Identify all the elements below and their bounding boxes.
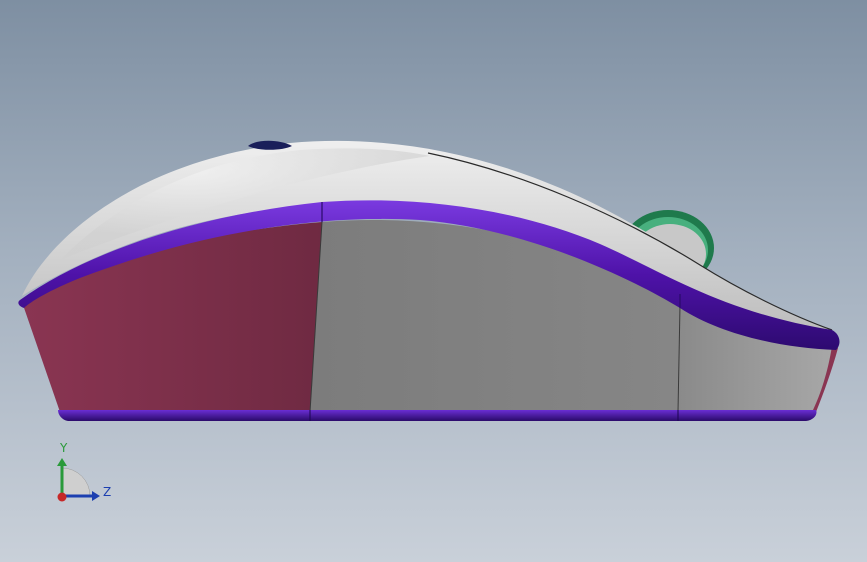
mouse-model[interactable]	[0, 0, 867, 562]
axis-z-label: Z	[103, 485, 112, 499]
triad-graphic	[57, 458, 100, 502]
orientation-triad: Y Z	[40, 438, 130, 518]
x-axis-dot	[57, 492, 67, 502]
graphics-viewport[interactable]: Y Z	[0, 0, 867, 562]
axis-y-label: Y	[60, 441, 68, 455]
base-strip	[58, 410, 817, 421]
